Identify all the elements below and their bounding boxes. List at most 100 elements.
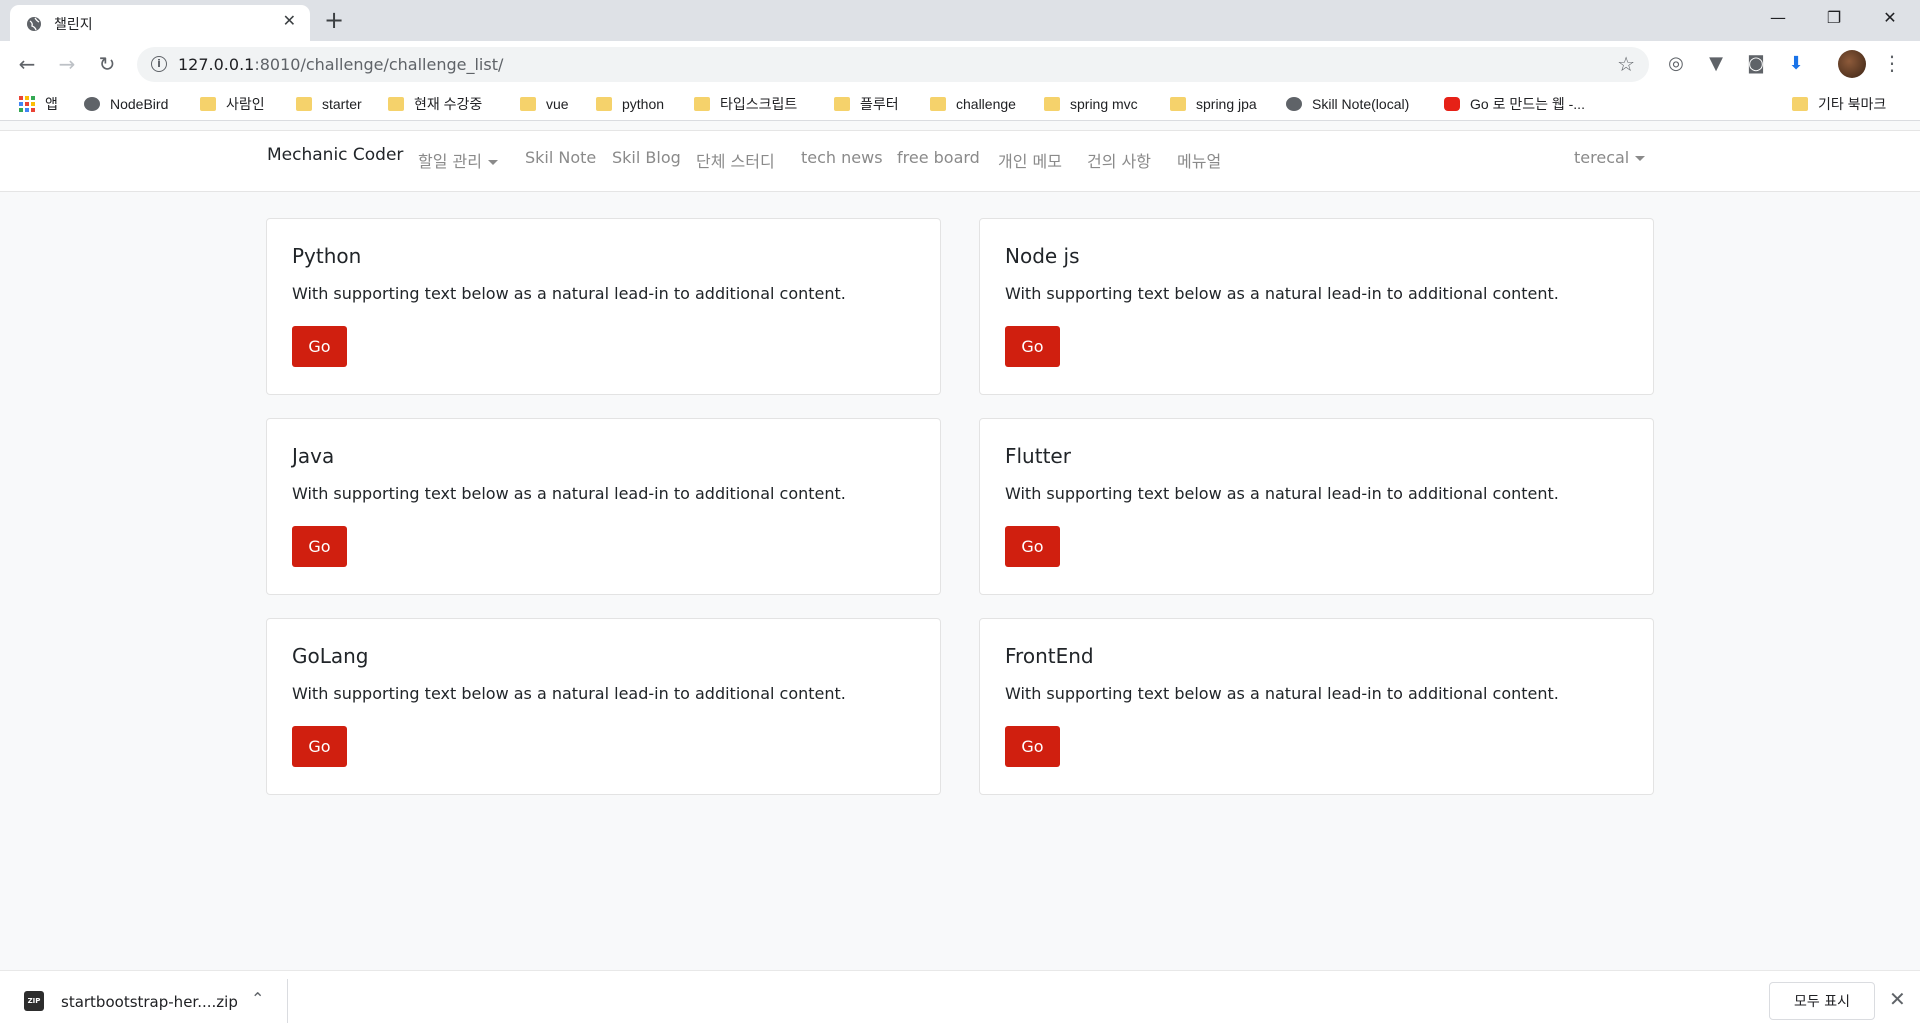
bookmark-current-course[interactable]: 현재 수강중: [388, 93, 482, 115]
card-text: With supporting text below as a natural …: [292, 284, 846, 303]
bookmark-spring-mvc[interactable]: spring mvc: [1044, 93, 1138, 115]
bookmark-nodebird[interactable]: NodeBird: [84, 93, 168, 115]
bookmark-go-web[interactable]: Go 로 만드는 웹 -...: [1444, 93, 1585, 115]
nav-personal-memo[interactable]: 개인 메모: [998, 148, 1062, 172]
download-file-name[interactable]: startbootstrap-her....zip: [61, 993, 238, 1011]
bookmark-label: spring mvc: [1070, 96, 1138, 112]
go-button[interactable]: Go: [292, 326, 347, 367]
new-tab-button[interactable]: +: [324, 6, 344, 34]
bookmark-spring-jpa[interactable]: spring jpa: [1170, 93, 1257, 115]
bookmark-label: 앱: [45, 96, 58, 112]
bookmark-label: 타입스크립트: [720, 96, 798, 112]
bookmark-typescript[interactable]: 타입스크립트: [694, 93, 797, 115]
show-all-button[interactable]: 모두 표시: [1769, 982, 1875, 1020]
nav-label: 할일 관리: [418, 152, 482, 171]
avatar[interactable]: [1838, 50, 1866, 78]
card-flutter: Flutter With supporting text below as a …: [979, 418, 1654, 595]
card-node-js: Node js With supporting text below as a …: [979, 218, 1654, 395]
go-button[interactable]: Go: [1005, 726, 1060, 767]
caret-down-icon: [1635, 156, 1646, 161]
globe-icon: [1286, 97, 1302, 111]
go-button[interactable]: Go: [1005, 326, 1060, 367]
url-host: 127.0.0.1: [178, 55, 255, 74]
card-text: With supporting text below as a natural …: [1005, 684, 1559, 703]
nav-group-study[interactable]: 단체 스터디: [696, 148, 775, 172]
bookmark-label: Go 로 만드는 웹 -...: [1470, 96, 1585, 112]
browser-toolbar: ← → ↻ i 127.0.0.1:8010/challenge/challen…: [0, 41, 1920, 88]
nav-free-board[interactable]: free board: [897, 148, 980, 167]
nav-tech-news[interactable]: tech news: [801, 148, 883, 167]
bookmark-label: spring jpa: [1196, 96, 1257, 112]
card-title: FrontEnd: [1005, 644, 1094, 668]
folder-icon: [834, 97, 850, 111]
forward-icon[interactable]: →: [54, 51, 80, 77]
menu-icon[interactable]: ⋮: [1882, 51, 1902, 75]
back-icon[interactable]: ←: [14, 51, 40, 77]
divider: [287, 979, 288, 1023]
close-icon[interactable]: ✕: [1889, 987, 1906, 1011]
globe-icon: [27, 17, 41, 31]
bookmark-saramin[interactable]: 사람인: [200, 93, 265, 115]
bookmark-vue[interactable]: vue: [520, 93, 569, 115]
nav-manual[interactable]: 메뉴얼: [1177, 148, 1221, 172]
extension-icon-1[interactable]: ◎: [1663, 51, 1689, 77]
address-bar[interactable]: i 127.0.0.1:8010/challenge/challenge_lis…: [137, 47, 1649, 82]
bookmark-starter[interactable]: starter: [296, 93, 362, 115]
go-button[interactable]: Go: [1005, 526, 1060, 567]
camera-icon[interactable]: ◙: [1743, 51, 1769, 77]
info-icon[interactable]: i: [151, 56, 167, 72]
card-text: With supporting text below as a natural …: [1005, 284, 1559, 303]
card-title: Node js: [1005, 244, 1080, 268]
bookmark-label: vue: [546, 96, 569, 112]
chevron-up-icon[interactable]: ⌃: [251, 989, 264, 1008]
folder-icon: [200, 97, 216, 111]
url-text[interactable]: 127.0.0.1:8010/challenge/challenge_list/: [178, 55, 503, 74]
minimize-button[interactable]: —: [1750, 4, 1806, 32]
card-python: Python With supporting text below as a n…: [266, 218, 941, 395]
card-title: Flutter: [1005, 444, 1071, 468]
bookmark-label: NodeBird: [110, 96, 169, 112]
bookmark-label: 플루터: [860, 96, 899, 112]
nav-skil-note[interactable]: Skil Note: [525, 148, 596, 167]
user-dropdown[interactable]: terecal: [1574, 148, 1646, 167]
bookmark-challenge[interactable]: challenge: [930, 93, 1016, 115]
folder-icon: [1792, 97, 1808, 111]
bookmark-skill-note-local[interactable]: Skill Note(local): [1286, 93, 1409, 115]
bookmark-label: python: [622, 96, 665, 112]
youtube-icon: [1444, 97, 1460, 111]
folder-icon: [1170, 97, 1186, 111]
bookmark-label: 현재 수강중: [414, 96, 483, 112]
download-extension-icon[interactable]: ⬇: [1783, 51, 1809, 77]
bookmark-label: 사람인: [226, 96, 265, 112]
window-close-button[interactable]: ✕: [1862, 4, 1918, 32]
download-shelf: ZIP startbootstrap-her....zip ⌃ 모두 표시 ✕: [0, 970, 1920, 1030]
go-button[interactable]: Go: [292, 526, 347, 567]
zip-file-icon: ZIP: [24, 991, 44, 1011]
card-text: With supporting text below as a natural …: [1005, 484, 1559, 503]
restore-button[interactable]: ❐: [1806, 4, 1862, 32]
bookmark-apps[interactable]: 앱: [19, 93, 58, 115]
brand-link[interactable]: Mechanic Coder: [267, 145, 403, 165]
nav-skil-blog[interactable]: Skil Blog: [612, 148, 681, 167]
card-title: GoLang: [292, 644, 369, 668]
nav-todo-dropdown[interactable]: 할일 관리: [418, 148, 498, 172]
tab-close-icon[interactable]: ✕: [283, 11, 296, 30]
apps-icon: [19, 96, 35, 112]
user-name: terecal: [1574, 148, 1630, 167]
bookmark-flutter[interactable]: 플루터: [834, 93, 899, 115]
bookmark-star-icon[interactable]: ☆: [1617, 52, 1635, 76]
site-navbar: Mechanic Coder 할일 관리 Skil Note Skil Blog…: [0, 130, 1920, 192]
tab-title: 챌린지: [54, 17, 93, 33]
nav-suggestions[interactable]: 건의 사항: [1087, 148, 1151, 172]
bookmark-label: challenge: [956, 96, 1016, 112]
card-text: With supporting text below as a natural …: [292, 684, 846, 703]
folder-icon: [694, 97, 710, 111]
extension-icon-2[interactable]: ▼: [1703, 51, 1729, 77]
bookmark-python[interactable]: python: [596, 93, 664, 115]
bookmarks-bar: 앱 NodeBird 사람인 starter 현재 수강중 vue python…: [0, 88, 1920, 121]
browser-tab[interactable]: 챌린지 ✕: [10, 5, 310, 41]
bookmark-other[interactable]: 기타 북마크: [1792, 93, 1886, 115]
go-button[interactable]: Go: [292, 726, 347, 767]
url-path: :8010/challenge/challenge_list/: [254, 55, 504, 74]
reload-icon[interactable]: ↻: [94, 51, 120, 77]
